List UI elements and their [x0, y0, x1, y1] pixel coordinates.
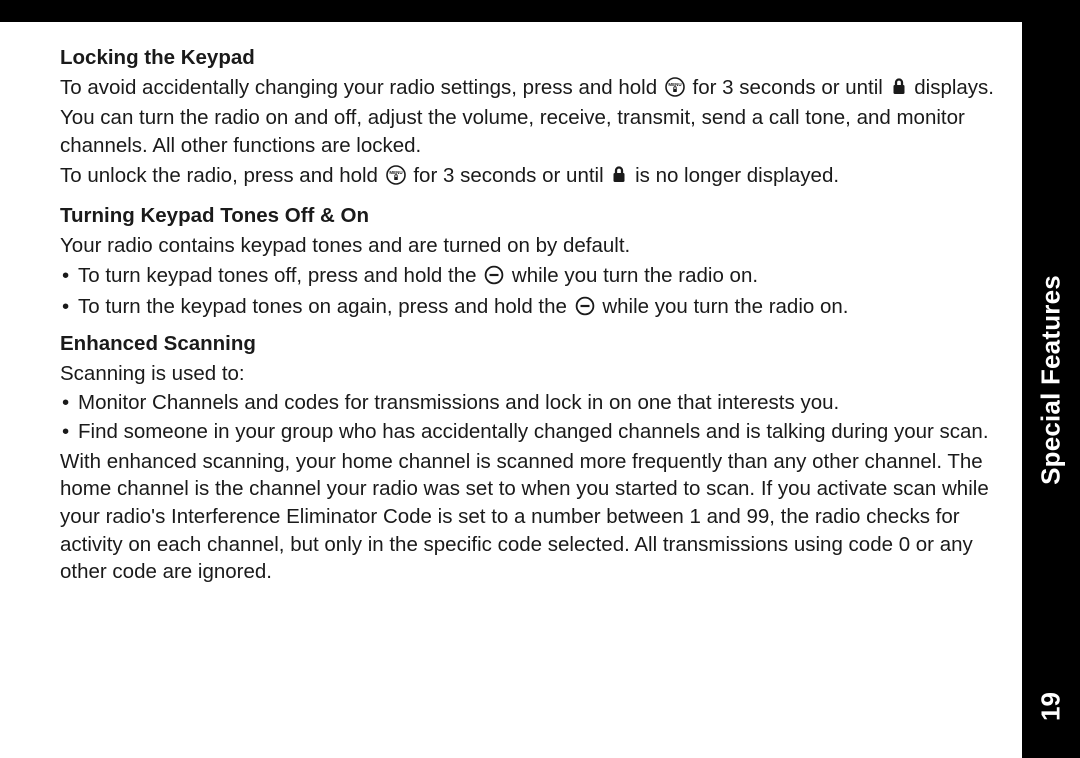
lock-icon — [891, 77, 907, 105]
bullet-dot: • — [62, 293, 72, 324]
text: while you turn the radio on. — [512, 264, 758, 287]
circle-minus-icon — [484, 265, 504, 293]
svg-text:MENU: MENU — [668, 81, 681, 86]
side-tab-label: Special Features — [1036, 275, 1067, 485]
bullet-item: • Monitor Channels and codes for transmi… — [60, 389, 1020, 417]
text: while you turn the radio on. — [602, 295, 848, 318]
lock-icon — [611, 165, 627, 193]
bullet-item: • To turn the keypad tones on again, pre… — [60, 293, 1020, 324]
body-paragraph: To avoid accidentally changing your radi… — [60, 74, 1020, 160]
bullet-text: Monitor Channels and codes for transmiss… — [78, 389, 1020, 417]
bullet-text: To turn the keypad tones on again, press… — [78, 293, 1020, 324]
bullet-dot: • — [62, 389, 72, 417]
body-paragraph: To unlock the radio, press and hold MENU… — [60, 162, 1020, 193]
body-paragraph: Scanning is used to: — [60, 360, 1020, 388]
top-black-bar — [0, 0, 1080, 22]
text: To turn keypad tones off, press and hold… — [78, 264, 482, 287]
text: To avoid accidentally changing your radi… — [60, 76, 663, 99]
text: To unlock the radio, press and hold — [60, 164, 384, 187]
svg-text:MENU: MENU — [389, 169, 402, 174]
body-paragraph: Your radio contains keypad tones and are… — [60, 232, 1020, 260]
page-number: 19 — [1036, 692, 1067, 721]
bullet-text: Find someone in your group who has accid… — [78, 418, 1020, 446]
circle-minus-icon — [575, 296, 595, 324]
section-title-tones: Turning Keypad Tones Off & On — [60, 202, 1020, 230]
bullet-item: • Find someone in your group who has acc… — [60, 418, 1020, 446]
bullet-item: • To turn keypad tones off, press and ho… — [60, 262, 1020, 293]
menu-lock-icon: MENU — [386, 165, 406, 193]
body-paragraph: With enhanced scanning, your home channe… — [60, 448, 1020, 586]
section-title-locking: Locking the Keypad — [60, 44, 1020, 72]
text: for 3 seconds or until — [693, 76, 889, 99]
text: is no longer displayed. — [635, 164, 839, 187]
bullet-dot: • — [62, 262, 72, 293]
bullet-dot: • — [62, 418, 72, 446]
side-tab: Special Features 19 — [1022, 22, 1080, 758]
bullet-text: To turn keypad tones off, press and hold… — [78, 262, 1020, 293]
text: To turn the keypad tones on again, press… — [78, 295, 573, 318]
page-content: Locking the Keypad To avoid accidentally… — [0, 22, 1080, 608]
menu-lock-icon: MENU — [665, 77, 685, 105]
text: for 3 seconds or until — [413, 164, 609, 187]
section-title-scanning: Enhanced Scanning — [60, 330, 1020, 358]
